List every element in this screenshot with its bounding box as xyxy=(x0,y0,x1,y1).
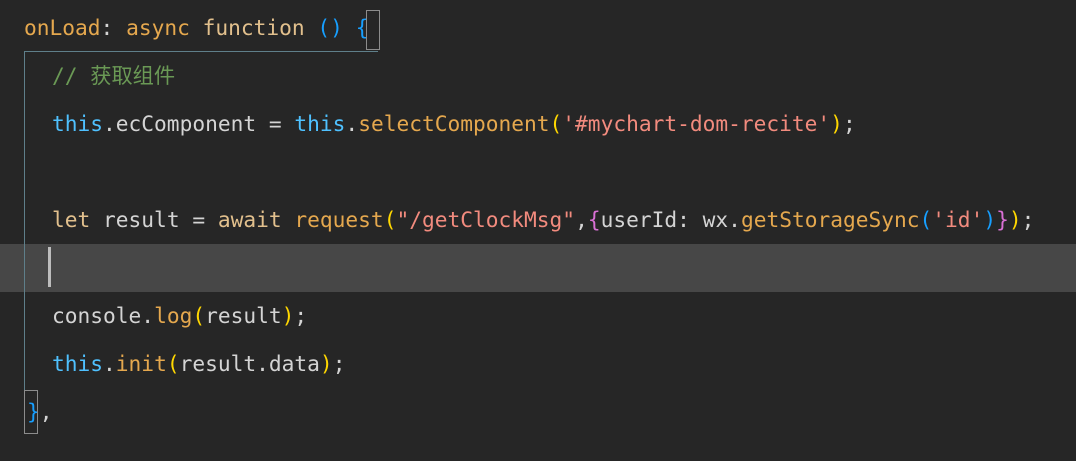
token-comma: , xyxy=(39,399,53,424)
token-semicolon: ; xyxy=(332,351,346,376)
token-await: await xyxy=(217,207,282,232)
token-let: let xyxy=(52,207,91,232)
bracket-scope-line xyxy=(24,51,378,52)
token-function-call: request xyxy=(281,207,384,232)
token-paren: ( xyxy=(549,111,563,136)
token-brace: { xyxy=(587,207,601,232)
token-string: '#mychart-dom-recite' xyxy=(562,111,831,136)
token-console: console xyxy=(52,303,142,328)
token-variable: result xyxy=(179,351,257,376)
token-variable: result xyxy=(205,303,282,328)
code-line-4[interactable] xyxy=(0,148,1076,196)
token-comma: , xyxy=(575,207,588,232)
token-paren: ( xyxy=(383,207,397,232)
code-line-8[interactable]: this.init(result.data); xyxy=(0,340,1076,388)
token-dot: . xyxy=(345,111,359,136)
token-object: wx xyxy=(702,207,729,232)
token-async: async xyxy=(113,15,190,40)
token-dot: . xyxy=(141,303,155,328)
token-open-brace: { xyxy=(342,15,369,40)
token-this: this xyxy=(294,111,346,136)
token-this: this xyxy=(52,111,104,136)
token-assign: = xyxy=(256,111,295,136)
token-paren: ( xyxy=(192,303,206,328)
code-line-5[interactable]: let result = await request("/getClockMsg… xyxy=(0,196,1076,244)
token-property: .data xyxy=(256,351,320,376)
code-line-6-active[interactable] xyxy=(0,244,1076,292)
token-variable: result xyxy=(90,207,180,232)
token-paren: ( xyxy=(166,351,180,376)
token-paren: ) xyxy=(983,207,997,232)
token-semicolon: ; xyxy=(842,111,856,136)
token-paren: ) xyxy=(830,111,843,136)
token-string: "/getClockMsg" xyxy=(396,207,576,232)
code-editor[interactable]: onLoad: async function () { // 获取组件 this… xyxy=(0,0,1076,461)
token-key: userId xyxy=(600,207,678,232)
token-method: getStorageSync xyxy=(740,207,920,232)
code-line-3[interactable]: this.ecComponent = this.selectComponent(… xyxy=(0,100,1076,148)
token-colon: : xyxy=(677,207,703,232)
code-line-9[interactable]: }, xyxy=(0,388,1076,436)
token-brace: } xyxy=(996,207,1009,232)
token-method: selectComponent xyxy=(358,111,550,136)
bracket-match-close xyxy=(24,390,38,434)
token-semicolon: ; xyxy=(294,303,308,328)
token-colon: : xyxy=(100,15,114,40)
code-line-7[interactable]: console.log(result); xyxy=(0,292,1076,340)
token-paren: ) xyxy=(281,303,295,328)
token-this: this xyxy=(52,351,104,376)
token-dot: . xyxy=(728,207,741,232)
text-cursor xyxy=(48,247,51,287)
token-function: function xyxy=(189,15,305,40)
token-method: init xyxy=(115,351,167,376)
token-string: 'id' xyxy=(932,207,984,232)
token-paren: ( xyxy=(919,207,933,232)
token-onload: onLoad xyxy=(24,15,101,40)
token-property: .ecComponent xyxy=(103,111,257,136)
code-line-2[interactable]: // 获取组件 xyxy=(0,52,1076,100)
token-parens: () xyxy=(304,15,343,40)
token-assign: = xyxy=(179,207,218,232)
token-dot: . xyxy=(103,351,116,376)
token-method: log xyxy=(154,303,193,328)
code-line-1[interactable]: onLoad: async function () { xyxy=(0,4,1076,52)
indent-guide xyxy=(24,51,25,407)
token-semicolon: ; xyxy=(1021,207,1035,232)
token-comment: // 获取组件 xyxy=(52,63,176,88)
bracket-match-open xyxy=(366,10,380,50)
token-paren: ) xyxy=(1008,207,1022,232)
token-paren: ) xyxy=(319,351,333,376)
